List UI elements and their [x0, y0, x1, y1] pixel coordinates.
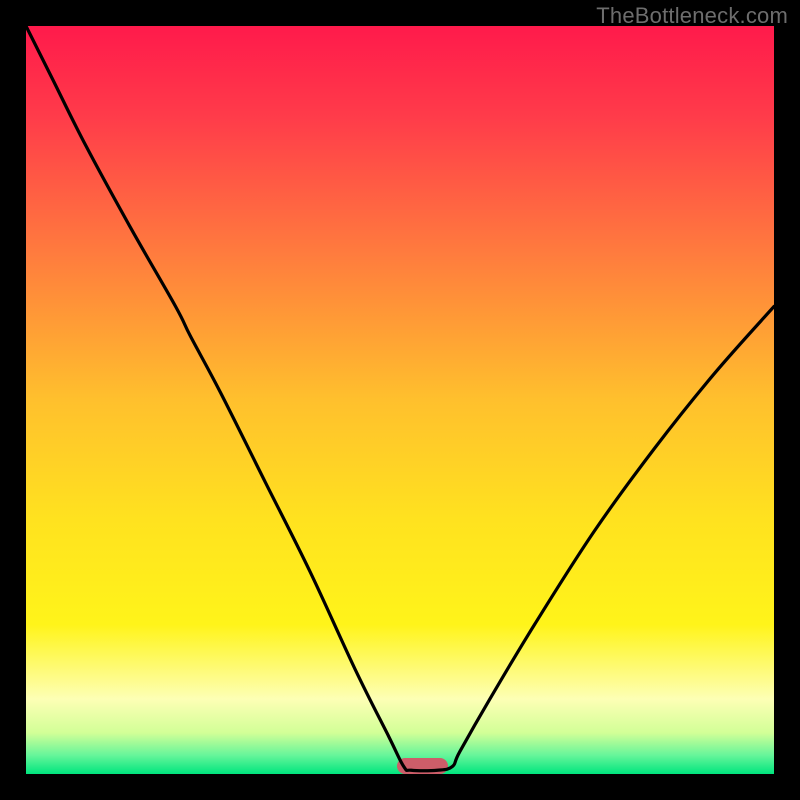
chart-frame: TheBottleneck.com: [0, 0, 800, 800]
bottleneck-curve: [26, 26, 774, 774]
plot-area: [26, 26, 774, 774]
